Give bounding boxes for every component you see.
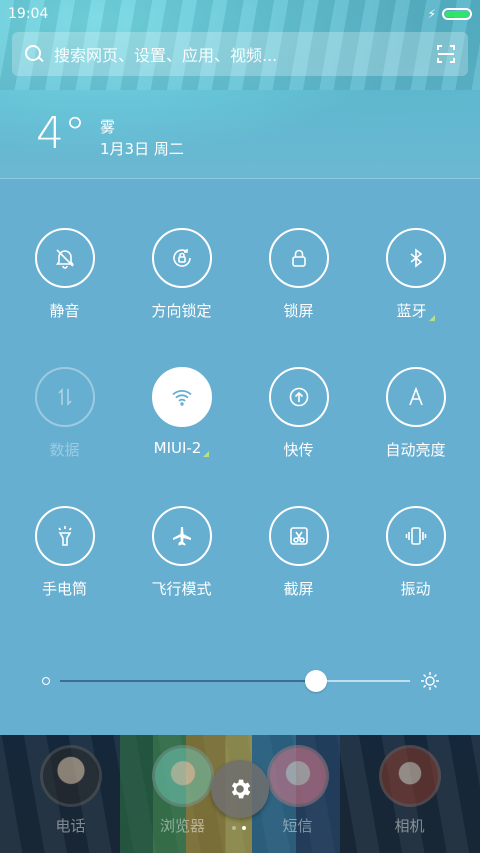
brightness-fill bbox=[60, 680, 316, 682]
messages-app-icon bbox=[266, 745, 329, 807]
app-label: 短信 bbox=[282, 817, 313, 835]
page-indicator bbox=[232, 826, 246, 830]
status-time: 19:04 bbox=[8, 6, 49, 22]
battery-icon bbox=[442, 8, 472, 20]
toggle-label: MIUI-2 bbox=[154, 439, 210, 457]
toggle-flashlight[interactable]: 手电筒 bbox=[6, 506, 123, 599]
lock-icon bbox=[268, 228, 329, 288]
toggle-rotation-lock[interactable]: 方向锁定 bbox=[123, 228, 240, 321]
search-bar[interactable]: 搜索网页、设置、应用、视频... bbox=[12, 32, 468, 76]
vibrate-icon bbox=[385, 506, 446, 566]
toggle-label: 锁屏 bbox=[283, 302, 314, 320]
temperature: 4° bbox=[36, 108, 86, 159]
scan-icon[interactable] bbox=[436, 44, 456, 64]
airplane-icon bbox=[151, 506, 212, 566]
gear-icon bbox=[231, 779, 251, 799]
toggle-label: 静音 bbox=[49, 302, 80, 320]
page-dot bbox=[232, 826, 236, 830]
toggle-label: 截屏 bbox=[283, 580, 314, 598]
brightness-low-icon bbox=[42, 677, 50, 685]
brightness-slider[interactable] bbox=[40, 669, 440, 693]
flashlight-icon bbox=[34, 506, 95, 566]
page-dot-active bbox=[242, 826, 246, 830]
data-arrows-icon bbox=[34, 367, 95, 427]
settings-button[interactable] bbox=[211, 760, 269, 818]
screenshot-icon bbox=[268, 506, 329, 566]
toggle-quick-transfer[interactable]: 快传 bbox=[240, 367, 357, 460]
status-icons: ⚡ bbox=[428, 7, 472, 21]
silent-bell-icon bbox=[34, 228, 95, 288]
quick-transfer-icon bbox=[268, 367, 329, 427]
app-label: 电话 bbox=[55, 817, 86, 835]
toggle-airplane[interactable]: 飞行模式 bbox=[123, 506, 240, 599]
toggle-vibrate[interactable]: 振动 bbox=[357, 506, 474, 599]
brightness-high-icon bbox=[420, 671, 440, 691]
weather-condition: 雾 bbox=[100, 118, 116, 136]
brightness-thumb[interactable] bbox=[304, 670, 327, 692]
toggle-wifi[interactable]: MIUI-2 bbox=[123, 367, 240, 457]
toggle-label: 数据 bbox=[49, 441, 80, 459]
toggle-label: 蓝牙 bbox=[396, 300, 435, 321]
bluetooth-icon bbox=[385, 228, 446, 288]
toggle-auto-brightness[interactable]: 自动亮度 bbox=[357, 367, 474, 460]
auto-brightness-icon bbox=[385, 367, 446, 427]
toggle-label: 振动 bbox=[400, 580, 431, 598]
quick-settings-panel: 静音 方向锁定 锁屏 蓝牙 数据 MIUI-2 快传 自动亮度 手电筒 飞行模式… bbox=[0, 179, 480, 735]
charging-icon: ⚡ bbox=[427, 7, 436, 21]
camera-app-icon bbox=[378, 745, 441, 807]
status-bar: 19:04 ⚡ bbox=[0, 0, 480, 28]
weather-date: 1月3日 周二 bbox=[100, 140, 184, 158]
wifi-icon bbox=[151, 367, 212, 427]
phone-app-icon bbox=[39, 745, 102, 807]
dock-app-phone[interactable]: 电话 bbox=[12, 745, 129, 836]
toggle-mobile-data[interactable]: 数据 bbox=[6, 367, 123, 460]
search-placeholder: 搜索网页、设置、应用、视频... bbox=[54, 46, 278, 65]
toggle-silent[interactable]: 静音 bbox=[6, 228, 123, 321]
toggle-lock-screen[interactable]: 锁屏 bbox=[240, 228, 357, 321]
app-label: 相机 bbox=[394, 817, 425, 835]
toggle-label: 自动亮度 bbox=[385, 441, 446, 459]
app-label: 浏览器 bbox=[159, 817, 205, 835]
toggle-label: 快传 bbox=[283, 441, 314, 459]
toggle-bluetooth[interactable]: 蓝牙 bbox=[357, 228, 474, 321]
toggle-label: 手电筒 bbox=[41, 580, 87, 598]
browser-app-icon bbox=[151, 745, 214, 807]
toggle-label: 方向锁定 bbox=[151, 302, 212, 320]
search-icon bbox=[24, 44, 44, 64]
rotation-lock-icon bbox=[151, 228, 212, 288]
dock-app-camera[interactable]: 相机 bbox=[351, 745, 468, 836]
weather-widget[interactable]: 4° 雾 1月3日 周二 bbox=[36, 112, 184, 160]
toggle-label: 飞行模式 bbox=[151, 580, 212, 598]
toggle-screenshot[interactable]: 截屏 bbox=[240, 506, 357, 599]
